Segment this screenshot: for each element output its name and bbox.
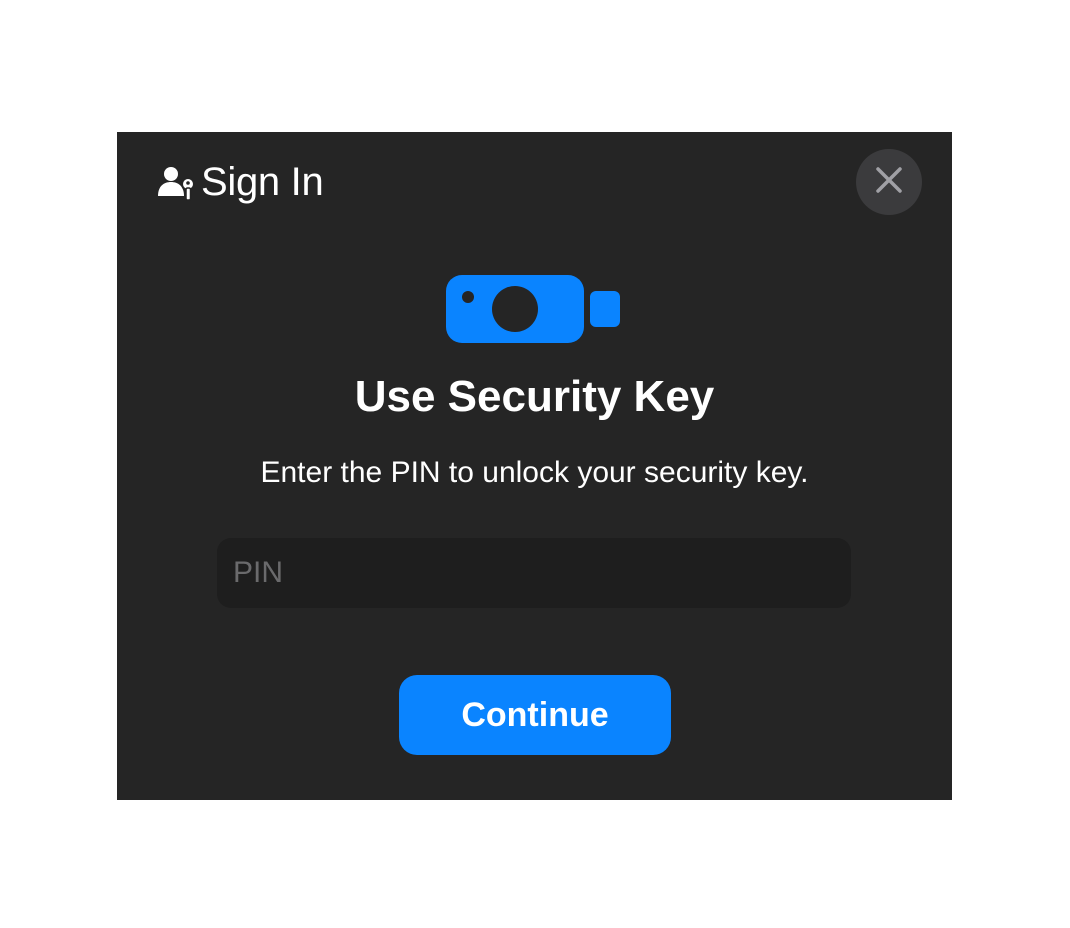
sheet-title: Sign In — [201, 159, 324, 204]
continue-button[interactable]: Continue — [399, 675, 671, 755]
sign-in-sheet: Sign In Use Security Key Enter the PIN t… — [117, 132, 952, 800]
sheet-header: Sign In — [157, 159, 324, 204]
person-key-icon — [157, 162, 197, 202]
close-icon — [875, 166, 903, 199]
page-heading: Use Security Key — [354, 372, 715, 421]
instruction-text: Enter the PIN to unlock your security ke… — [260, 456, 809, 489]
pin-input[interactable] — [217, 538, 851, 608]
security-key-icon — [446, 275, 622, 343]
close-button[interactable] — [856, 149, 922, 215]
